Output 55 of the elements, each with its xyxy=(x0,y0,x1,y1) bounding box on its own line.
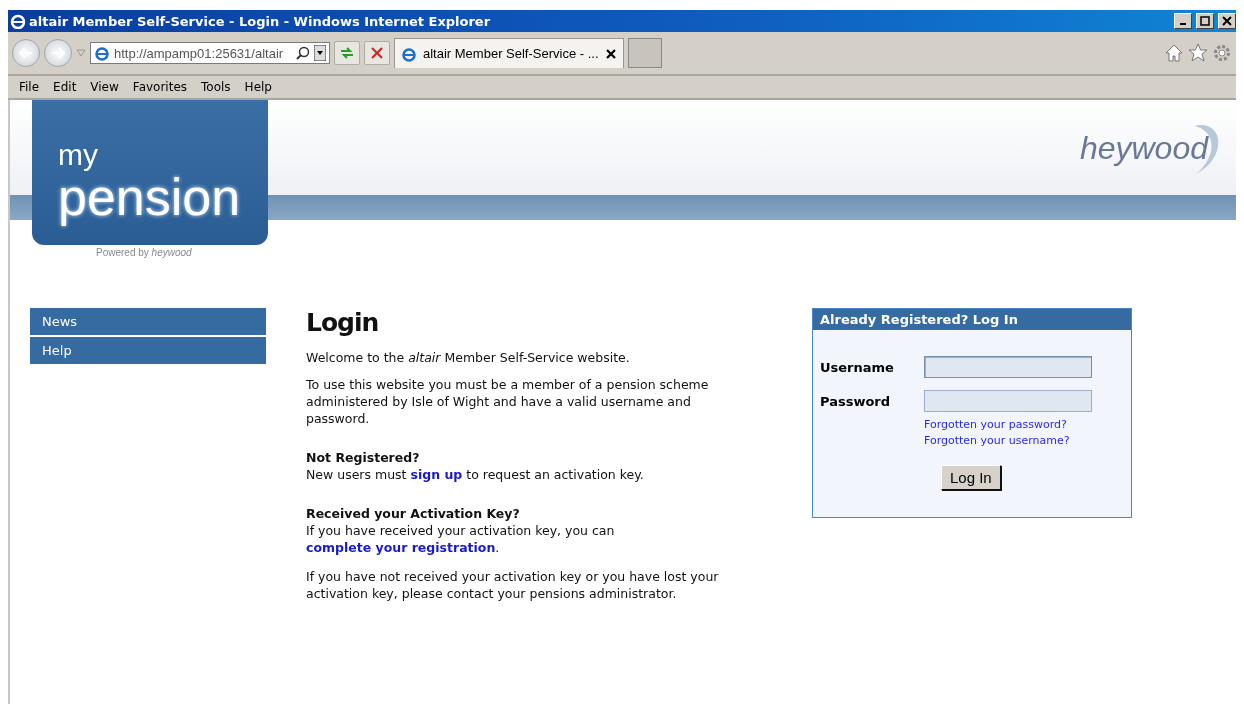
paragraph: To use this website you must be a member of a pension scheme administered by Isle of Wight and have a valid username and password. xyxy=(306,376,710,427)
section-heading: Received your Activation Key? xyxy=(306,505,521,522)
browser-icon xyxy=(401,45,417,62)
browser-tab[interactable]: altair Member Self-Service - ... xyxy=(394,38,624,68)
paragraph: If you have not received your activation key or you have lost your activation key, please contact your pensions administrator. xyxy=(306,568,720,602)
settings-icon[interactable] xyxy=(1212,43,1232,63)
search-icon[interactable] xyxy=(296,46,310,60)
close-icon xyxy=(1222,16,1232,26)
menu-item[interactable]: Tools xyxy=(194,80,238,94)
input-field[interactable] xyxy=(924,356,1092,378)
paragraph: Welcome to the altair Member Self-Service website. xyxy=(306,349,631,366)
menu-item[interactable]: Favorites xyxy=(125,80,195,94)
page-title: Login xyxy=(306,308,380,337)
powered-by-text: Powered by heywood xyxy=(96,247,192,258)
login-button[interactable]: Log In xyxy=(941,465,1001,490)
sidebar-item[interactable]: Help xyxy=(30,337,266,364)
browser-icon xyxy=(94,45,110,61)
window-title: altair Member Self-Service - Login - Windows Internet Explorer xyxy=(29,13,492,29)
stop-button[interactable] xyxy=(364,41,390,65)
close-icon[interactable] xyxy=(604,47,617,60)
field-label: Username xyxy=(820,359,895,375)
star-icon[interactable] xyxy=(1188,43,1208,63)
back-arrow-icon xyxy=(19,47,33,59)
paragraph: If you have received your activation key, you can complete your registration. xyxy=(306,522,616,556)
sidebar-item[interactable]: News xyxy=(30,308,266,335)
address-field[interactable]: http://ampamp01:25631/altair xyxy=(90,42,330,64)
text-link[interactable]: sign up xyxy=(410,467,463,482)
logo-text: my xyxy=(58,140,98,170)
field-label: Password xyxy=(820,393,892,409)
home-icon[interactable] xyxy=(1164,43,1184,63)
forward-arrow-icon xyxy=(51,47,65,59)
minimize-button[interactable] xyxy=(1174,13,1192,29)
menu-item[interactable]: View xyxy=(83,80,126,94)
maximize-button[interactable] xyxy=(1196,13,1214,29)
paragraph: New users must sign up to request an activation key. xyxy=(306,466,645,483)
section-heading: Not Registered? xyxy=(306,449,421,466)
back-button[interactable] xyxy=(12,39,40,67)
refresh-button[interactable] xyxy=(334,41,360,65)
close-button[interactable] xyxy=(1218,13,1236,29)
forward-button[interactable] xyxy=(44,39,72,67)
menu-item[interactable]: File xyxy=(12,80,47,94)
maximize-icon xyxy=(1200,16,1210,26)
panel-title: Already Registered? Log In xyxy=(813,309,1131,330)
new-tab-button[interactable] xyxy=(627,38,662,68)
text-link[interactable]: Forgotten your username? xyxy=(924,434,1092,447)
url-text: http://ampamp01:25631/altair xyxy=(114,45,285,61)
menu-item[interactable]: Edit xyxy=(46,80,84,94)
brand-logo: heywood xyxy=(1079,118,1224,178)
browser-icon xyxy=(10,13,26,29)
refresh-icon xyxy=(339,46,355,60)
text-link[interactable]: Forgotten your password? xyxy=(924,418,1092,431)
menu-item[interactable]: Help xyxy=(237,80,279,94)
dropdown-icon[interactable] xyxy=(314,45,326,61)
input-field[interactable] xyxy=(924,390,1092,412)
close-icon xyxy=(371,47,383,59)
